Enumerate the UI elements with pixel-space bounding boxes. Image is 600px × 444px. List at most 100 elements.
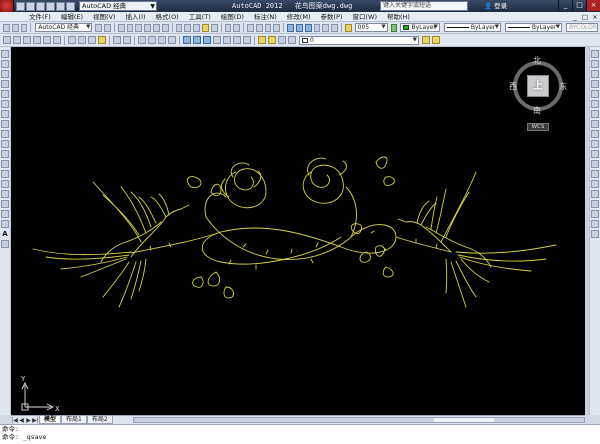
new-icon[interactable] xyxy=(117,23,125,32)
maximize-button[interactable]: □ xyxy=(572,0,586,11)
open-icon[interactable] xyxy=(11,23,19,32)
search-input[interactable]: 键入关键字或短语 xyxy=(380,1,468,11)
zoom-window-icon[interactable] xyxy=(158,36,166,44)
plot-icon[interactable] xyxy=(144,23,152,32)
stretch-icon[interactable] xyxy=(591,130,599,138)
insert-block-icon[interactable] xyxy=(1,160,9,168)
ellipse-arc-icon[interactable] xyxy=(1,150,9,158)
help-icon[interactable] xyxy=(243,36,251,44)
workspace-select[interactable]: AutoCAD 经典 ▼ xyxy=(79,1,157,11)
circle-icon[interactable] xyxy=(1,110,9,118)
markup-icon[interactable] xyxy=(223,36,231,44)
compass-south[interactable]: 南 xyxy=(533,105,541,116)
open-icon[interactable] xyxy=(26,1,35,11)
markup-icon[interactable] xyxy=(322,23,330,32)
color-combo[interactable]: ByLayer ▼ xyxy=(400,23,440,32)
pan-icon[interactable] xyxy=(138,36,146,44)
menu-edit[interactable]: 编辑(E) xyxy=(56,12,88,22)
gradient-icon[interactable] xyxy=(1,200,9,208)
doc-minimize-button[interactable]: _ xyxy=(570,13,580,21)
compass-west[interactable]: 西 xyxy=(509,81,517,92)
make-block-icon[interactable] xyxy=(1,170,9,178)
region-icon[interactable] xyxy=(1,210,9,218)
cut-icon[interactable] xyxy=(68,36,76,44)
layer-previous-icon[interactable] xyxy=(432,36,440,44)
wcs-menu[interactable]: WCS xyxy=(527,123,549,131)
menu-help[interactable]: 帮助(H) xyxy=(382,12,415,22)
copy-object-icon[interactable] xyxy=(591,60,599,68)
make-current-icon[interactable] xyxy=(422,36,430,44)
table-icon[interactable] xyxy=(1,220,9,228)
move-icon[interactable] xyxy=(591,100,599,108)
design-center-icon[interactable] xyxy=(193,36,201,44)
plotstyle-combo[interactable]: BYCOLOR xyxy=(566,23,599,32)
menu-dimension[interactable]: 标注(N) xyxy=(249,12,282,22)
redo-icon[interactable] xyxy=(56,1,65,11)
polygon-icon[interactable] xyxy=(1,80,9,88)
cut-icon[interactable] xyxy=(175,23,183,32)
menu-modify[interactable]: 修改(M) xyxy=(282,12,316,22)
break-icon[interactable] xyxy=(591,170,599,178)
horizontal-scrollbar[interactable] xyxy=(132,417,585,423)
calculator-icon[interactable] xyxy=(233,36,241,44)
properties-icon[interactable] xyxy=(183,36,191,44)
sheet-set-icon[interactable] xyxy=(313,23,321,32)
break-at-point-icon[interactable] xyxy=(591,160,599,168)
undo-icon[interactable] xyxy=(113,36,121,44)
plot-icon[interactable] xyxy=(33,36,41,44)
signin-button[interactable]: 👤 登录 xyxy=(484,0,507,12)
drawing-canvas[interactable]: Y X 上 北 南 东 西 WCS xyxy=(11,47,585,415)
new-icon[interactable] xyxy=(3,23,10,32)
extend-icon[interactable] xyxy=(591,150,599,158)
scrollbar-thumb[interactable] xyxy=(433,418,494,422)
properties-icon[interactable] xyxy=(287,23,294,32)
tab-layout1[interactable]: 布局1 xyxy=(61,416,87,424)
trim-icon[interactable] xyxy=(591,140,599,148)
zoom-window-icon[interactable] xyxy=(264,23,272,32)
polyline-icon[interactable] xyxy=(1,70,9,78)
pan-icon[interactable] xyxy=(246,23,254,32)
tab-next-icon[interactable]: ▶ xyxy=(25,417,32,424)
application-menu-button[interactable] xyxy=(0,0,14,12)
ellipse-icon[interactable] xyxy=(1,140,9,148)
layer-state-icon[interactable] xyxy=(268,36,276,44)
compass-east[interactable]: 东 xyxy=(559,81,567,92)
menu-draw[interactable]: 绘图(D) xyxy=(216,12,249,22)
lineweight-combo[interactable]: ByLayer ▼ xyxy=(504,23,562,32)
menu-window[interactable]: 窗口(W) xyxy=(347,12,382,22)
layer-combo[interactable]: 0 ▼ xyxy=(299,35,419,45)
redo-icon[interactable] xyxy=(123,36,131,44)
zoom-realtime-icon[interactable] xyxy=(255,23,263,32)
publish-icon[interactable] xyxy=(53,36,61,44)
redo-icon[interactable] xyxy=(233,23,241,32)
menu-view[interactable]: 视图(V) xyxy=(88,12,121,22)
zoom-previous-icon[interactable] xyxy=(168,36,176,44)
calculator-icon[interactable] xyxy=(331,23,339,32)
save-icon[interactable] xyxy=(135,23,143,32)
rotate-icon[interactable] xyxy=(591,110,599,118)
construction-line-icon[interactable] xyxy=(1,60,9,68)
linetype-combo[interactable]: ByLayer ▼ xyxy=(443,23,501,32)
spline-icon[interactable] xyxy=(1,130,9,138)
lock-icon[interactable] xyxy=(104,23,112,32)
block-editor-icon[interactable] xyxy=(210,23,218,32)
tab-first-icon[interactable]: |◀ xyxy=(11,417,18,424)
close-button[interactable]: × xyxy=(586,0,600,11)
fillet-icon[interactable] xyxy=(591,200,599,208)
chamfer-icon[interactable] xyxy=(591,190,599,198)
join-icon[interactable] xyxy=(591,180,599,188)
compass-north[interactable]: 北 xyxy=(533,55,541,66)
dimension-style-icon[interactable] xyxy=(390,23,398,32)
rectangle-icon[interactable] xyxy=(1,90,9,98)
doc-maximize-button[interactable]: □ xyxy=(580,13,590,21)
viewcube[interactable]: 上 北 南 东 西 WCS xyxy=(509,55,569,135)
save-icon[interactable] xyxy=(36,1,45,11)
doc-close-button[interactable]: × xyxy=(590,13,600,21)
text-style-icon[interactable] xyxy=(344,23,352,32)
sun-icon[interactable] xyxy=(288,36,296,44)
open-icon[interactable] xyxy=(13,36,21,44)
add-selected-icon[interactable] xyxy=(1,240,9,248)
publish-icon[interactable] xyxy=(161,23,169,32)
save-icon[interactable] xyxy=(20,23,28,32)
mtext-icon[interactable]: A xyxy=(1,230,9,238)
